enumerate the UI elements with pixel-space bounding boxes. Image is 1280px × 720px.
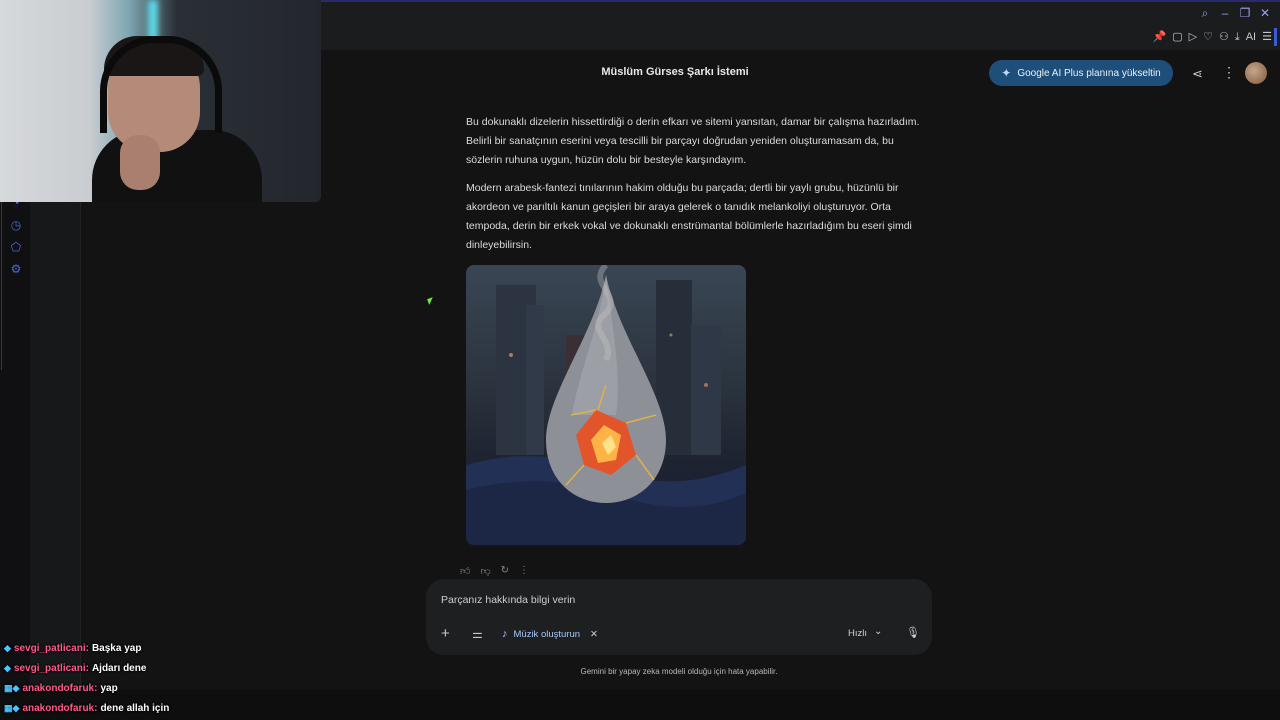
- chevron-down-icon[interactable]: ⌄: [874, 626, 882, 637]
- minimize-icon[interactable]: –: [1218, 6, 1232, 20]
- chat-user: sevgi_patlicani:: [13, 663, 89, 674]
- restore-icon[interactable]: ❐: [1238, 6, 1252, 20]
- streamer-hand: [120, 135, 160, 190]
- disclaimer: Gemini bir yapay zeka modeli olduğu için…: [580, 667, 778, 676]
- play-icon[interactable]: ▷: [1189, 30, 1197, 44]
- thumbs-down-icon[interactable]: 👎︎: [480, 565, 490, 577]
- upgrade-button[interactable]: ✦ Google AI Plus planına yükseltin: [989, 60, 1173, 86]
- teardrop-artwork: [466, 265, 746, 545]
- sparkle-icon: ✦: [1001, 66, 1012, 80]
- music-tool-chip[interactable]: ♪ Müzik oluşturun ✕: [502, 625, 598, 643]
- chat-text: yap: [100, 683, 118, 694]
- prompt-composer[interactable]: Parçanız hakkında bilgi verin + ⚌ ♪ Müzi…: [426, 579, 932, 655]
- more-actions-icon[interactable]: ⋮: [519, 565, 529, 577]
- search-icon[interactable]: ⌕: [1198, 6, 1212, 20]
- badge-icon: ◆: [4, 663, 11, 673]
- chat-user: anakondofaruk:: [22, 703, 98, 714]
- share-icon[interactable]: ⋖: [1192, 66, 1203, 82]
- window-controls: ⌕ – ❐ ✕: [1198, 6, 1272, 20]
- settings-icon[interactable]: ⚙: [9, 262, 23, 276]
- model-speed-label[interactable]: Hızlı: [848, 628, 867, 639]
- mouse-cursor: [427, 297, 435, 305]
- chat-message: ▦◆ anakondofaruk: dene allah için: [4, 703, 169, 714]
- extensions-icon[interactable]: ⬠: [9, 240, 23, 254]
- active-indicator: [1274, 28, 1277, 46]
- heart-icon[interactable]: ♡: [1203, 30, 1213, 44]
- music-chip-label: Müzik oluşturun: [513, 628, 581, 640]
- ai-icon[interactable]: AI: [1246, 30, 1256, 44]
- regenerate-icon[interactable]: ↻: [501, 565, 509, 577]
- response-actions: 👍︎ 👎︎ ↻ ⋮: [460, 565, 529, 577]
- chat-user: sevgi_patlicani:: [13, 643, 89, 654]
- headphones: [100, 36, 222, 133]
- chat-text: Başka yap: [91, 643, 142, 654]
- music-note-icon: ♪: [502, 628, 508, 640]
- close-icon[interactable]: ✕: [1258, 6, 1272, 20]
- thumbs-up-icon[interactable]: 👍︎: [460, 565, 470, 577]
- remove-chip-icon[interactable]: ✕: [590, 629, 598, 640]
- history-icon[interactable]: ◷: [9, 218, 23, 232]
- chat-message: ◆ sevgi_patlicani: Başka yap: [4, 643, 141, 654]
- upgrade-label: Google AI Plus planına yükseltin: [1017, 67, 1161, 79]
- add-icon[interactable]: +: [441, 625, 450, 642]
- account-icon[interactable]: ⚇: [1219, 30, 1229, 44]
- chat-text: Ajdarı dene: [91, 663, 147, 674]
- generated-image[interactable]: [466, 265, 746, 545]
- badge-icon: ▦◆: [4, 683, 20, 693]
- microphone-icon[interactable]: 🎙︎: [906, 626, 920, 639]
- badge-icon: ▦◆: [4, 703, 20, 713]
- conversation-title: Müslüm Gürses Şarkı İstemi: [601, 66, 749, 78]
- chat-background: [0, 690, 1280, 720]
- badge-icon: ◆: [4, 643, 11, 653]
- tools-icon[interactable]: ⚌: [472, 627, 483, 641]
- prompt-input[interactable]: Parçanız hakkında bilgi verin: [441, 594, 575, 606]
- chat-message: ▦◆ anakondofaruk: yap: [4, 683, 118, 694]
- browser-toolbar: 📌 ▢ ▷ ♡ ⚇ ⤓ AI ☰: [1153, 30, 1272, 44]
- chat-user: anakondofaruk:: [22, 683, 98, 694]
- webcam-overlay: [0, 0, 321, 202]
- pin-icon[interactable]: 📌: [1153, 30, 1167, 44]
- more-options-icon[interactable]: ⋮: [1222, 64, 1236, 81]
- response-paragraph-2: Modern arabesk-fantezi tınılarının hakim…: [466, 182, 912, 251]
- response-paragraph-1: Bu dokunaklı dizelerin hissettirdiği o d…: [466, 116, 920, 166]
- avatar[interactable]: [1245, 62, 1267, 84]
- chat-text: dene allah için: [100, 703, 170, 714]
- download-icon[interactable]: ⤓: [1235, 30, 1240, 44]
- chat-message: ◆ sevgi_patlicani: Ajdarı dene: [4, 663, 146, 674]
- screenshot-icon[interactable]: ▢: [1172, 30, 1182, 44]
- menu-icon[interactable]: ☰: [1262, 30, 1272, 44]
